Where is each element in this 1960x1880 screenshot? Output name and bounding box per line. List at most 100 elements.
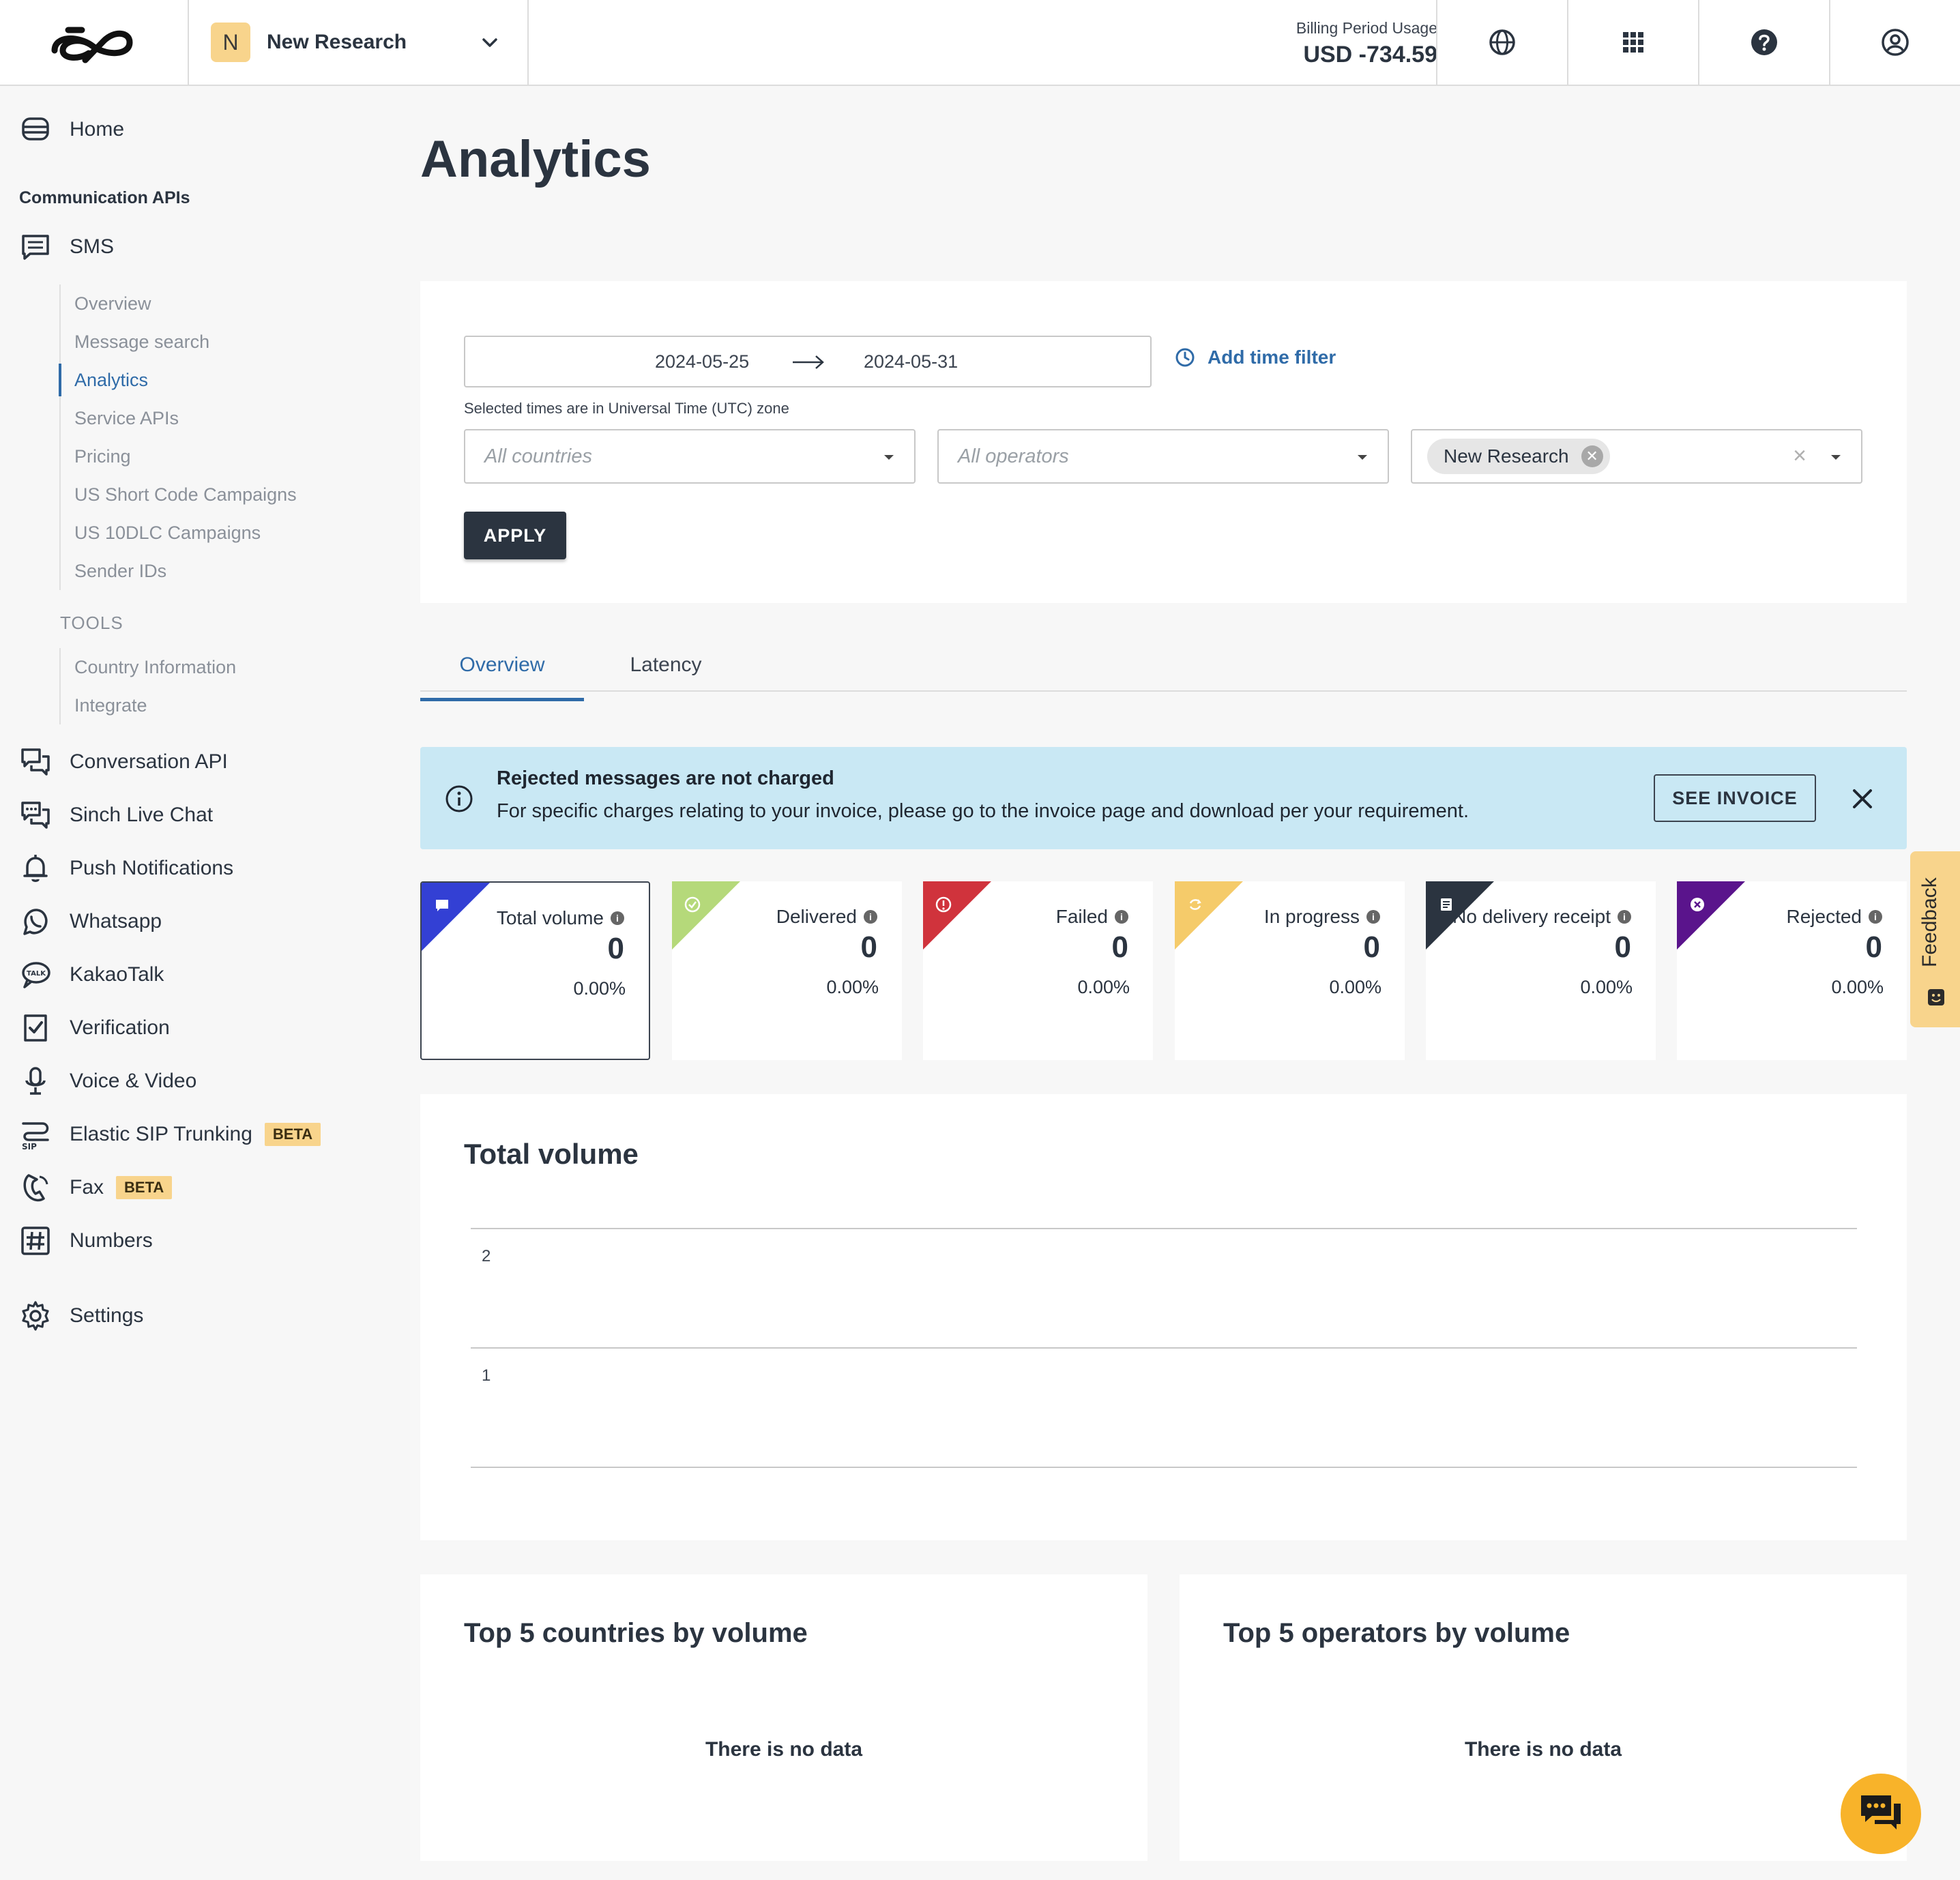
tab-overview[interactable]: Overview [420,653,584,701]
stat-corner [422,883,490,951]
close-icon[interactable] [1849,785,1876,812]
conversation-icon [21,748,50,776]
sidebar-item-conversation-api[interactable]: Conversation API [19,741,228,782]
stat-card-no-delivery-receipt[interactable]: No delivery receipt i 0 0.00% [1426,881,1656,1060]
stat-card-rejected[interactable]: Rejected i 0 0.00% [1677,881,1907,1060]
sidebar-item-verification[interactable]: Verification [19,1008,170,1048]
sidebar-item-country-information[interactable]: Country Information [61,648,236,686]
project-chip: New Research ✕ [1427,439,1610,474]
sidebar-item-push-notifications[interactable]: Push Notifications [19,848,233,889]
project-selector[interactable]: N New Research [188,0,529,85]
apps-button[interactable] [1567,0,1698,85]
date-from[interactable]: 2024-05-25 [655,351,749,372]
sidebar-item-overview[interactable]: Overview [61,284,297,323]
project-chip-label: New Research [1444,445,1569,467]
sidebar-item-sender-ids[interactable]: Sender IDs [61,552,297,590]
stat-label: In progress i [1264,906,1380,928]
info-icon[interactable]: i [611,911,624,925]
stat-card-delivered[interactable]: Delivered i 0 0.00% [672,881,902,1060]
fax-icon [23,1174,48,1202]
operators-placeholder: All operators [958,445,1069,467]
sidebar-item-elastic-sip-trunking[interactable]: SIP Elastic SIP Trunking BETA [19,1114,321,1155]
project-select[interactable]: New Research ✕ × [1411,429,1862,484]
sidebar-item-label: Fax [70,1176,104,1199]
sidebar-item-label: Push Notifications [70,857,234,879]
empty-state: There is no data [705,1738,863,1761]
x-circle-icon [1691,898,1704,911]
sidebar-item-label: Elastic SIP Trunking [70,1123,252,1145]
top-icon-bar [1436,0,1960,85]
help-button[interactable] [1698,0,1829,85]
svg-text:TALK: TALK [27,970,46,978]
info-icon[interactable]: i [864,910,877,924]
caret-down-icon [884,455,894,460]
sms-icon [22,235,49,260]
sidebar-item-sms[interactable]: SMS [19,226,114,267]
page-title: Analytics [420,130,651,188]
info-icon[interactable]: i [1115,910,1128,924]
stat-label-text: No delivery receipt [1452,906,1611,927]
info-icon[interactable]: i [1618,910,1631,924]
sinch-logo[interactable] [48,15,136,70]
tab-bar: Overview Latency [420,644,1907,701]
chart-gridline [471,1347,1857,1349]
sidebar-item-numbers[interactable]: Numbers [19,1220,153,1261]
tab-latency[interactable]: Latency [584,653,748,692]
sidebar-item-us-short-code[interactable]: US Short Code Campaigns [61,475,297,514]
clear-icon[interactable]: × [1793,443,1807,469]
stat-label: Total volume i [497,907,624,929]
sidebar-item-label: Whatsapp [70,910,162,932]
account-button[interactable] [1829,0,1960,85]
svg-text:SIP: SIP [22,1142,37,1151]
info-icon[interactable]: i [1366,910,1380,924]
caret-down-icon [1831,455,1841,460]
message-icon [436,900,448,911]
clock-icon [1175,348,1195,367]
operators-select[interactable]: All operators [937,429,1389,484]
sidebar-item-pricing[interactable]: Pricing [61,437,297,475]
chat-button[interactable] [1841,1774,1921,1854]
chart-gridline [471,1467,1857,1468]
tools-title: TOOLS [60,613,123,633]
stat-corner [923,881,991,950]
sidebar-item-integrate[interactable]: Integrate [61,686,236,724]
stat-card-total-volume[interactable]: Total volume i 0 0.00% [420,881,650,1060]
language-button[interactable] [1436,0,1567,85]
see-invoice-button[interactable]: SEE INVOICE [1654,774,1816,822]
check-icon [684,896,701,913]
sidebar-item-settings[interactable]: Settings [19,1295,143,1336]
stat-card-failed[interactable]: Failed i 0 0.00% [923,881,1153,1060]
countries-select[interactable]: All countries [464,429,916,484]
chip-remove-icon[interactable]: ✕ [1581,445,1603,467]
stat-corner [1677,881,1745,950]
sidebar-item-whatsapp[interactable]: Whatsapp [19,901,162,942]
date-range-picker[interactable]: 2024-05-25 2024-05-31 [464,336,1152,387]
apply-button[interactable]: APPLY [464,512,566,559]
add-time-filter-button[interactable]: Add time filter [1175,347,1336,368]
sidebar-item-fax[interactable]: Fax BETA [19,1167,173,1208]
info-icon[interactable]: i [1869,910,1882,924]
stat-label-text: Failed [1055,906,1108,927]
billing-usage: Billing Period Usage USD -734.59 [1296,19,1437,68]
home-icon [22,117,49,141]
top-operators-card: Top 5 operators by volume There is no da… [1180,1574,1907,1861]
beta-badge: BETA [264,1123,321,1146]
banner-title: Rejected messages are not charged [497,767,834,789]
stat-corner [1175,881,1243,950]
date-to[interactable]: 2024-05-31 [864,351,958,372]
sidebar-item-home[interactable]: Home [19,109,124,150]
sidebar-item-voice-video[interactable]: Voice & Video [19,1061,196,1102]
sidebar-item-message-search[interactable]: Message search [61,323,297,361]
top-bar: N New Research Billing Period Usage USD … [0,0,1960,86]
sidebar-item-kakaotalk[interactable]: TALK KakaoTalk [19,954,164,995]
feedback-tab[interactable]: Feedback [1910,851,1960,1027]
hash-icon [21,1227,50,1255]
stat-card-in-progress[interactable]: In progress i 0 0.00% [1175,881,1405,1060]
sidebar-item-service-apis[interactable]: Service APIs [61,399,297,437]
apps-grid-icon [1623,32,1643,53]
y-tick-label: 2 [482,1247,491,1265]
sidebar-item-analytics[interactable]: Analytics [59,361,297,399]
sidebar-item-sinch-live-chat[interactable]: Sinch Live Chat [19,795,213,836]
sidebar-item-us-10dlc[interactable]: US 10DLC Campaigns [61,514,297,552]
chart-title: Total volume [464,1138,639,1170]
